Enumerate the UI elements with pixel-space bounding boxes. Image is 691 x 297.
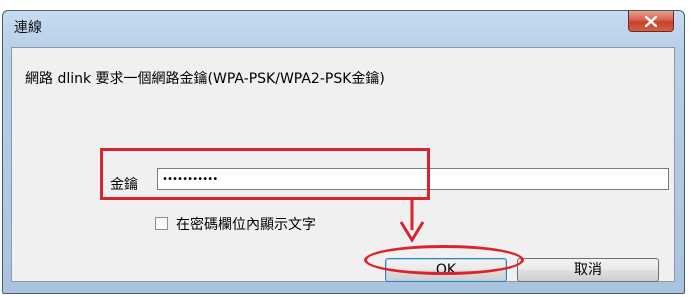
dialog-title: 連線 [14,20,42,36]
close-icon [644,15,658,28]
annotation-highlight-ok-button [364,245,524,275]
close-button[interactable] [628,11,674,32]
annotation-highlight-key-field [100,148,430,200]
network-key-message: 網路 dlink 要求一個網路金鑰(WPA-PSK/WPA2-PSK金鑰) [25,71,385,87]
cancel-button[interactable]: 取消 [517,258,659,282]
annotation-arrow-icon [399,198,425,243]
show-characters-checkbox[interactable] [155,217,168,230]
background-page-strip [0,0,691,10]
title-bar: 連線 [3,11,684,41]
show-characters-label: 在密碼欄位內顯示文字 [176,217,316,233]
